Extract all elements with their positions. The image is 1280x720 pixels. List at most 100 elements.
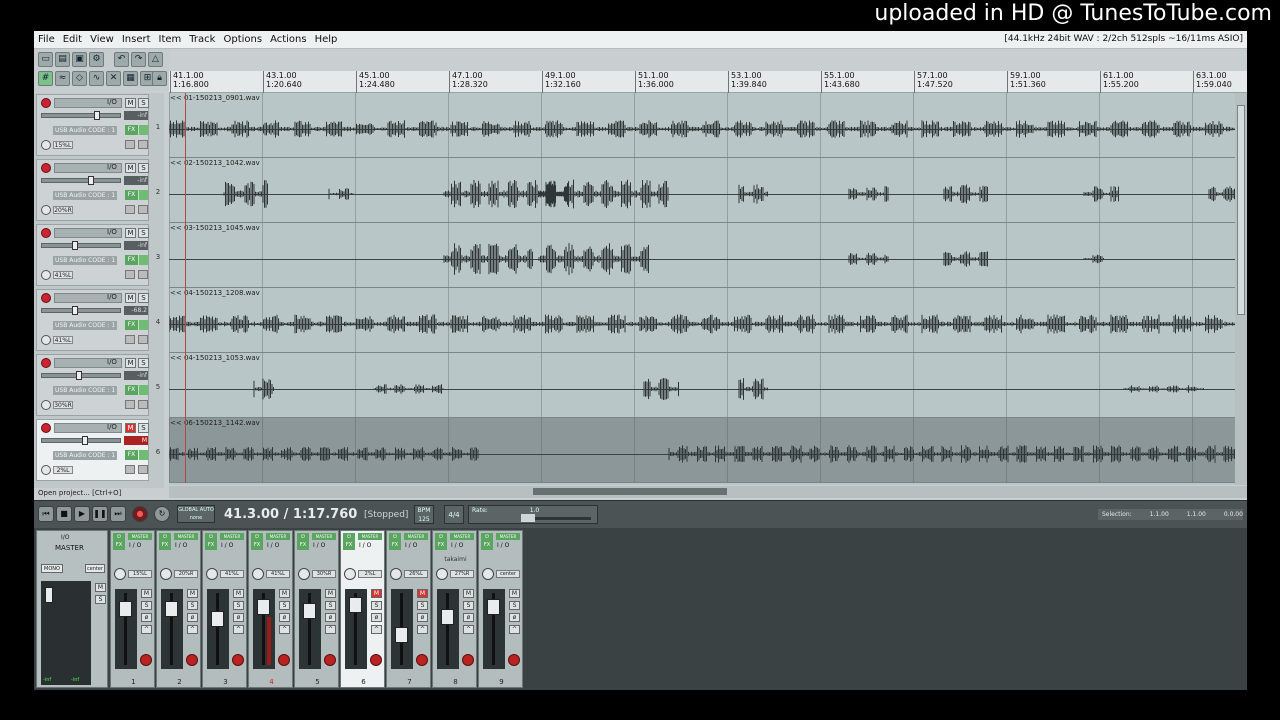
vertical-scroll-thumb[interactable] — [1237, 105, 1245, 315]
track-panel[interactable]: I/O M S -inf USB Audio CODE : 1 FX 20%R — [36, 159, 149, 221]
lock-icon[interactable]: 🔒︎ — [152, 71, 167, 86]
fx-bypass-icon[interactable] — [139, 450, 148, 460]
input-selector[interactable]: USB Audio CODE : 1 — [53, 126, 117, 135]
strip-phase-button[interactable]: ø — [325, 613, 336, 622]
mute-button[interactable]: M — [125, 293, 136, 303]
strip-mute-button[interactable]: M — [371, 589, 382, 598]
volume-fader-handle[interactable] — [72, 241, 78, 250]
envelope-icon[interactable] — [125, 335, 135, 344]
strip-record-arm-button[interactable] — [370, 654, 382, 666]
pan-knob[interactable] — [41, 270, 51, 280]
strip-env-button[interactable]: ^ — [279, 625, 290, 634]
mute-button[interactable]: M — [125, 358, 136, 368]
selection-start[interactable]: 1.1.00 — [1150, 509, 1169, 520]
bpm-box[interactable]: BPM 125 — [414, 505, 434, 524]
strip-record-arm-button[interactable] — [462, 654, 474, 666]
fx-bypass-icon[interactable] — [139, 190, 148, 200]
fx-button[interactable]: FX — [125, 385, 138, 395]
strip-env-button[interactable]: ^ — [509, 625, 520, 634]
strip-pan-knob[interactable] — [344, 568, 356, 580]
strip-fx-button[interactable]: ⏻ FX — [297, 533, 309, 550]
rate-slider[interactable] — [521, 514, 591, 522]
strip-fader-handle[interactable] — [303, 603, 316, 619]
strip-io-button[interactable]: I / O — [497, 542, 509, 549]
fx-button[interactable]: FX — [125, 125, 138, 135]
selection-end[interactable]: 1.1.00 — [1187, 509, 1206, 520]
record-arm-button[interactable] — [41, 423, 51, 433]
strip-fx-button[interactable]: ⏻ FX — [205, 533, 217, 550]
menu-item-insert[interactable]: Insert — [122, 34, 151, 45]
strip-fader[interactable] — [115, 589, 137, 669]
track-lane[interactable]: << 01-150213_0901.wav — [169, 93, 1235, 158]
strip-env-button[interactable]: ^ — [463, 625, 474, 634]
volume-fader[interactable] — [41, 306, 121, 315]
strip-phase-button[interactable]: ø — [233, 613, 244, 622]
strip-fader[interactable] — [161, 589, 183, 669]
pan-knob[interactable] — [41, 335, 51, 345]
phase-icon[interactable] — [138, 140, 148, 149]
fx-bypass-icon[interactable] — [139, 125, 148, 135]
solo-button[interactable]: S — [138, 98, 149, 108]
record-arm-button[interactable] — [41, 358, 51, 368]
selection-length[interactable]: 0.0.00 — [1224, 509, 1243, 520]
menu-item-item[interactable]: Item — [159, 34, 182, 45]
strip-fx-button[interactable]: ⏻ FX — [481, 533, 493, 550]
pan-knob[interactable] — [41, 205, 51, 215]
play-icon[interactable]: ▶ — [74, 506, 90, 522]
strip-solo-button[interactable]: S — [187, 601, 198, 610]
strip-env-button[interactable]: ^ — [417, 625, 428, 634]
strip-fader[interactable] — [437, 589, 459, 669]
project-settings-icon[interactable]: ⚙ — [89, 52, 104, 67]
strip-fx-button[interactable]: ⏻ FX — [343, 533, 355, 550]
strip-master-send[interactable]: MASTER — [220, 533, 244, 540]
track-panel[interactable]: I/O M S -inf USB Audio CODE : 1 FX 41%L — [36, 224, 149, 286]
strip-fader-handle[interactable] — [119, 601, 132, 617]
volume-fader-handle[interactable] — [82, 436, 88, 445]
go-to-end-icon[interactable]: ⏭ — [110, 506, 126, 522]
volume-fader[interactable] — [41, 436, 121, 445]
solo-button[interactable]: S — [138, 228, 149, 238]
strip-io-button[interactable]: I / O — [129, 542, 141, 549]
strip-fader[interactable] — [299, 589, 321, 669]
strip-fader[interactable] — [207, 589, 229, 669]
volume-fader-handle[interactable] — [72, 306, 78, 315]
strip-master-send[interactable]: MASTER — [358, 533, 382, 540]
strip-fx-button[interactable]: ⏻ FX — [159, 533, 171, 550]
volume-fader[interactable] — [41, 176, 121, 185]
strip-solo-button[interactable]: S — [371, 601, 382, 610]
strip-pan-knob[interactable] — [436, 568, 448, 580]
strip-mute-button[interactable]: M — [325, 589, 336, 598]
pan-knob[interactable] — [41, 465, 51, 475]
track-panel[interactable]: I/O M S -inf USB Audio CODE : 1 FX 30%R — [36, 354, 149, 416]
menu-item-edit[interactable]: Edit — [63, 34, 82, 45]
input-selector[interactable]: USB Audio CODE : 1 — [53, 386, 117, 395]
open-project-icon[interactable]: ▤ — [55, 52, 70, 67]
strip-fader-handle[interactable] — [257, 599, 270, 615]
track-lane[interactable]: << 04-150213_1208.wav — [169, 288, 1235, 353]
strip-fx-button[interactable]: ⏻ FX — [113, 533, 125, 550]
record-arm-button[interactable] — [41, 163, 51, 173]
master-pan-readout[interactable]: center — [85, 564, 105, 573]
strip-pan-knob[interactable] — [482, 568, 494, 580]
fx-bypass-icon[interactable] — [139, 255, 148, 265]
strip-solo-button[interactable]: S — [141, 601, 152, 610]
pan-knob[interactable] — [41, 140, 51, 150]
pause-icon[interactable]: ❚❚ — [92, 506, 108, 522]
strip-record-arm-button[interactable] — [140, 654, 152, 666]
menu-item-track[interactable]: Track — [189, 34, 215, 45]
solo-button[interactable]: S — [138, 293, 149, 303]
strip-io-button[interactable]: I / O — [405, 542, 417, 549]
strip-io-button[interactable]: I / O — [221, 542, 233, 549]
timeline-ruler[interactable]: 41.1.00 1:16.800 43.1.00 1:20.640 45.1.00 1:2… — [169, 71, 1247, 93]
track-lane[interactable]: << 03-150213_1045.wav — [169, 223, 1235, 288]
fx-button[interactable]: FX — [125, 190, 138, 200]
metronome-icon[interactable]: △ — [148, 52, 163, 67]
strip-io-button[interactable]: I / O — [313, 542, 325, 549]
strip-mute-button[interactable]: M — [187, 589, 198, 598]
strip-fx-button[interactable]: ⏻ FX — [435, 533, 447, 550]
strip-master-send[interactable]: MASTER — [174, 533, 198, 540]
menu-item-help[interactable]: Help — [315, 34, 338, 45]
strip-solo-button[interactable]: S — [417, 601, 428, 610]
strip-record-arm-button[interactable] — [186, 654, 198, 666]
grid-lines-icon[interactable]: ▦ — [123, 71, 138, 86]
